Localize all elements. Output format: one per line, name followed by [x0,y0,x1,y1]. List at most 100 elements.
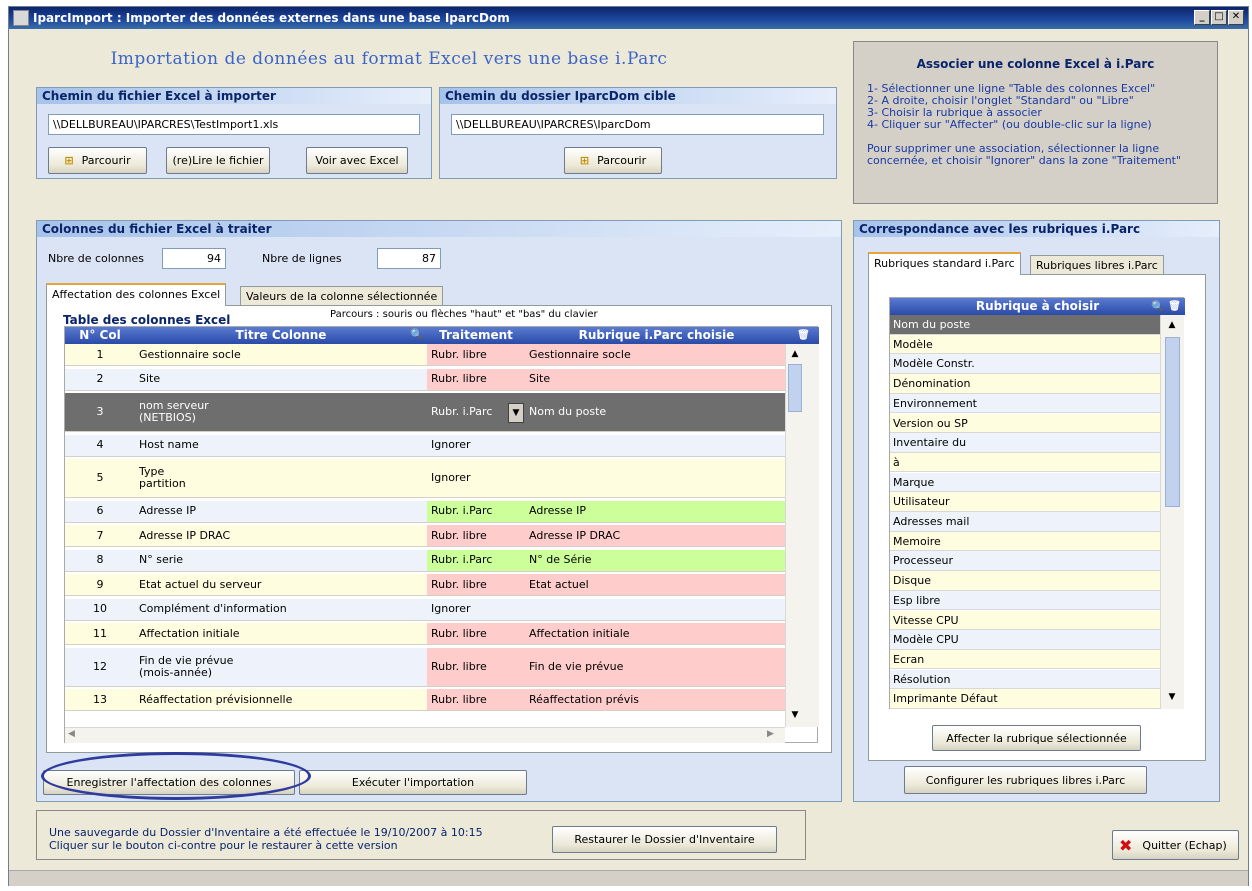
table-row[interactable]: 10 Complément d'information Ignorer [65,598,785,621]
row-col-title: Complément d'information [135,598,427,620]
row-col-num: 5 [65,459,135,497]
horizontal-scrollbar[interactable]: ◀ ▶ [65,727,785,743]
row-col-title: Etat actuel du serveur [135,574,427,595]
scroll-left-arrow[interactable]: ◀ [68,729,75,739]
rubrique-item[interactable]: Imprimante Défaut [890,689,1160,709]
rubrique-item[interactable]: Esp libre [890,590,1160,611]
assign-rubrique-button[interactable]: Affecter la rubrique sélectionnée [932,725,1141,751]
row-treatment[interactable]: Rubr. libre [427,647,525,686]
scroll-thumb[interactable] [1165,337,1180,507]
tab-standard-rubriques[interactable]: Rubriques standard i.Parc [868,252,1021,275]
tab-column-values[interactable]: Valeurs de la colonne sélectionnée [240,286,444,306]
row-treatment[interactable]: Ignorer [427,598,525,620]
table-row[interactable]: 4 Host name Ignorer [65,434,785,457]
treatment-dropdown-arrow[interactable]: ▼ [508,403,524,423]
scroll-up-arrow[interactable]: ▲ [787,346,803,362]
rubrique-item[interactable]: Modèle [890,334,1160,355]
tab-free-rubriques[interactable]: Rubriques libres i.Parc [1030,255,1164,275]
excel-path-field[interactable]: \\DELLBUREAU\IPARCRES\TestImport1.xls [48,114,420,135]
header-col-title[interactable]: Titre Colonne [135,327,427,344]
row-col-title: Adresse IP [135,500,427,522]
close-button[interactable]: ✕ [1228,10,1244,25]
table-row[interactable]: 9 Etat actuel du serveur Rubr. libre Etat a… [65,574,785,596]
rubrique-item[interactable]: Environnement [890,393,1160,414]
row-col-num: 1 [65,344,135,365]
table-row[interactable]: 2 Site Rubr. libre Site [65,368,785,391]
table-row[interactable]: 7 Adresse IP DRAC Rubr. libre Adresse IP DR… [65,525,785,547]
excel-path-title: Chemin du fichier Excel à importer [37,88,431,104]
trash-icon[interactable]: 🗑 [788,327,819,344]
rubrique-item[interactable]: Nom du poste [890,315,1160,335]
run-import-button[interactable]: Exécuter l'importation [299,770,527,795]
table-row[interactable]: 1 Gestionnaire socle Rubr. libre Gestionnai… [65,344,785,366]
reload-file-button[interactable]: (re)Lire le fichier [166,147,270,174]
table-row[interactable]: 6 Adresse IP Rubr. i.Parc Adresse IP [65,500,785,523]
browse-excel-label: Parcourir [81,154,131,167]
rubrique-item[interactable]: Memoire [890,531,1160,552]
rubrique-item[interactable]: Adresses mail [890,512,1160,532]
rubrique-item[interactable]: Version ou SP [890,413,1160,433]
row-treatment[interactable]: Rubr. libre [427,623,525,644]
scroll-down-arrow[interactable]: ▼ [1164,689,1180,705]
table-row[interactable]: 5 Type partition Ignorer [65,459,785,498]
table-row[interactable]: 3 nom serveur (NETBIOS) Rubr. i.Parc Nom du… [65,393,785,432]
rubrique-item[interactable]: Modèle CPU [890,630,1160,650]
browse-excel-button[interactable]: ⊞ Parcourir [48,147,147,174]
restore-backup-button[interactable]: Restaurer le Dossier d'Inventaire [552,826,777,853]
search-icon[interactable]: 🔍 [1151,298,1165,315]
row-treatment[interactable]: Ignorer [427,434,525,456]
search-icon[interactable]: 🔍 [410,328,424,341]
row-treatment[interactable]: Rubr. libre [427,525,525,546]
vertical-scrollbar[interactable]: ▲ ▼ [785,344,819,727]
row-treatment[interactable]: Rubr. i.Parc [427,500,525,522]
row-col-title: Affectation initiale [135,623,427,644]
rubrique-item[interactable]: Vitesse CPU [890,610,1160,630]
scroll-right-arrow[interactable]: ▶ [767,729,774,739]
status-bar [9,870,1248,886]
row-treatment[interactable]: Ignorer [427,459,525,497]
scroll-thumb[interactable] [788,364,802,412]
row-treatment[interactable]: Rubr. libre [427,689,525,710]
main-window: IparcImport : Importer des données exter… [8,6,1249,886]
nrows-label: Nbre de lignes [262,252,342,265]
header-col-num[interactable]: N° Col [65,327,135,344]
rubrique-item[interactable]: Modèle Constr. [890,354,1160,374]
tab-column-assignment[interactable]: Affectation des colonnes Excel [46,283,227,306]
scroll-down-arrow[interactable]: ▼ [787,707,803,723]
header-treatment[interactable]: Traitement [427,327,525,344]
scroll-up-arrow[interactable]: ▲ [1164,317,1180,333]
row-treatment[interactable]: Rubr. i.Parc [427,549,525,571]
maximize-button[interactable]: □ [1211,10,1227,25]
help-line: 4- Cliquer sur "Affecter" (ou double-cli… [867,118,1152,131]
row-treatment[interactable]: Rubr. libre [427,344,525,365]
row-treatment[interactable]: Rubr. libre [427,368,525,390]
rubrique-item[interactable]: Dénomination [890,374,1160,394]
browse-target-button[interactable]: ⊞ Parcourir [564,147,662,174]
rubrique-item[interactable]: Ecran [890,649,1160,670]
trash-icon[interactable]: 🗑 [1168,298,1181,315]
rubrique-item[interactable]: Utilisateur [890,492,1160,512]
rubrique-item[interactable]: à [890,452,1160,473]
row-rubrique: Réaffectation prévis [525,689,785,710]
table-row[interactable]: 12 Fin de vie prévue (mois-année) Rubr. li… [65,647,785,687]
row-col-title: Fin de vie prévue (mois-année) [135,647,427,686]
help-text: 1- Sélectionner une ligne "Table des col… [867,83,1217,167]
rubrique-item[interactable]: Marque [890,472,1160,493]
quit-button[interactable]: ✖ Quitter (Echap) [1112,830,1239,860]
view-excel-button[interactable]: Voir avec Excel [306,147,408,174]
rubrique-item[interactable]: Résolution [890,669,1160,690]
configure-free-rubriques-button[interactable]: Configurer les rubriques libres i.Parc [904,766,1147,794]
row-rubrique: Affectation initiale [525,623,785,644]
rubriques-scrollbar[interactable]: ▲ ▼ [1160,315,1184,709]
rubrique-item[interactable]: Disque [890,571,1160,591]
rubrique-item[interactable]: Processeur [890,551,1160,571]
table-row[interactable]: 11 Affectation initiale Rubr. libre Affecta… [65,623,785,645]
table-row[interactable]: 13 Réaffectation prévisionnelle Rubr. libr… [65,689,785,711]
rubrique-item[interactable]: Inventaire du [890,433,1160,453]
header-rubrique[interactable]: Rubrique i.Parc choisie [525,327,788,344]
row-col-title: nom serveur (NETBIOS) [135,393,427,431]
target-path-field[interactable]: \\DELLBUREAU\IPARCRES\IparcDom [451,114,824,135]
minimize-button[interactable]: _ [1194,10,1210,25]
row-treatment[interactable]: Rubr. libre [427,574,525,595]
table-row[interactable]: 8 N° serie Rubr. i.Parc N° de Série [65,549,785,572]
